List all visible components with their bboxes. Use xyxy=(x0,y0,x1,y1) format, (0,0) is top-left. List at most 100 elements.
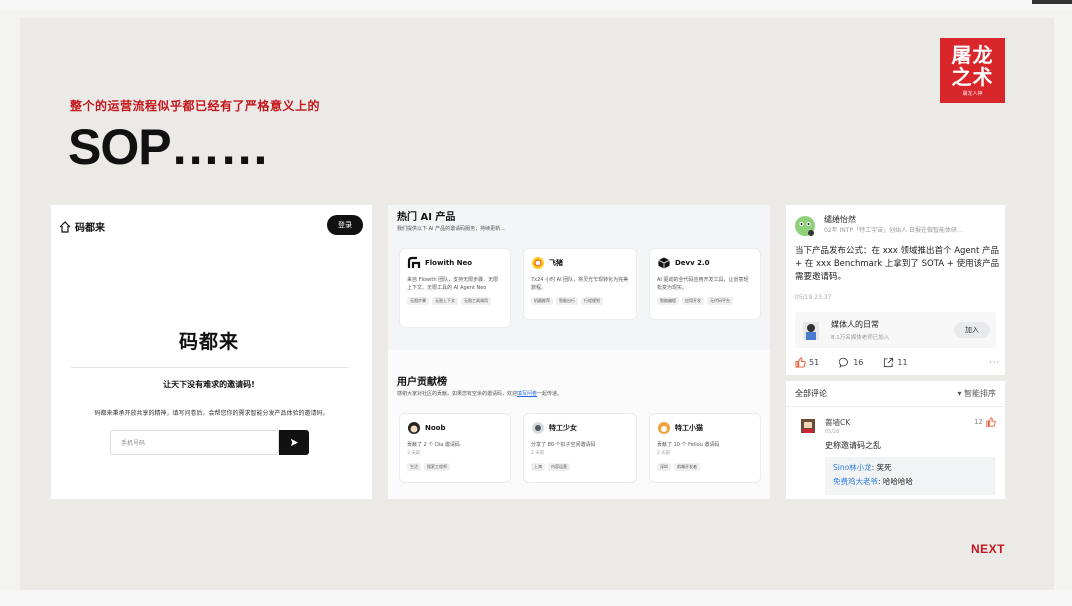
reply-text: : 笑死 xyxy=(871,463,892,472)
product-tag: 智能出行 xyxy=(556,297,578,305)
madulai-brand[interactable]: 码都来 xyxy=(59,219,105,234)
slide-headline: SOP…… xyxy=(68,119,270,175)
slide: 整个的运营流程似乎都已经有了严格意义上的 SOP…… 屠龙 之术 屠龙人神 码都… xyxy=(0,0,1072,606)
flowith-logo-icon xyxy=(407,256,421,270)
survey-link[interactable]: 填写问卷 xyxy=(517,391,537,397)
divider xyxy=(786,406,1005,407)
fliggy-logo-icon xyxy=(531,256,545,270)
product-desc: 来自 Flowith 团队，支持无限步骤、无限上下文、无限工具的 AI Agen… xyxy=(407,277,499,291)
avatar xyxy=(531,421,545,435)
sort-dropdown[interactable]: ▾ 智能排序 xyxy=(957,388,996,399)
corner-tab xyxy=(1032,0,1072,4)
screenshot-madulai: 码都来 登录 码都来 让天下没有难求的邀请码! 码都来秉承开放共享的精神，填写问… xyxy=(51,205,372,499)
product-card[interactable]: 飞猪 7x24 小时 AI 团队，将灵光乍现转化为完美旅程。 机器推荐 智能出行… xyxy=(524,249,636,319)
madulai-title: 码都来 xyxy=(178,331,239,353)
comments-header: 全部评论 xyxy=(795,389,827,398)
contributor-name: Noob xyxy=(425,424,446,432)
contributor-name: 特工小猫 xyxy=(675,424,703,432)
product-name: 飞猪 xyxy=(549,259,563,267)
product-desc: AI 驱动的全代码应用开发工具，让创意轻松变为现实。 xyxy=(657,277,749,291)
contributor-desc: 分享了 80 个扣子空间邀请码 xyxy=(531,442,596,448)
product-tag: 行程规划 xyxy=(581,297,603,305)
product-tag: 无限上下文 xyxy=(432,297,458,305)
comment-count: 16 xyxy=(853,358,864,367)
avatar[interactable] xyxy=(800,418,816,434)
circle-card[interactable]: 媒体人的日常 8.1万名媒体老师已加入 加入 xyxy=(795,312,996,348)
avatar[interactable] xyxy=(794,215,816,237)
product-tag: 无限工具调用 xyxy=(461,297,491,305)
submit-button[interactable] xyxy=(279,430,309,455)
contributor-time: 3 天前 xyxy=(407,451,421,456)
comment-like-count: 12 xyxy=(974,418,983,426)
contributor-time: 2 天前 xyxy=(657,451,671,456)
post-text: 当下产品发布公式：在 xxx 领域推出首个 Agent 产品 + 在 xxx B… xyxy=(795,246,1000,282)
house-icon xyxy=(59,220,71,233)
product-name: Devv 2.0 xyxy=(675,259,710,267)
share-count: 11 xyxy=(897,358,908,367)
phone-input[interactable]: 手机号码 xyxy=(110,430,279,455)
screenshot-comments: 全部评论 ▾ 智能排序 蔷墙CK 05/20 12 史称邀请码之乱 Sino林小… xyxy=(786,381,1005,499)
contributor-tag: 上海 xyxy=(531,463,545,471)
product-tag: 智能编程 xyxy=(657,297,679,305)
reply-item: 免费鸡大老爷: 哈哈哈哈 xyxy=(833,475,987,489)
brand-logo: 屠龙 之术 屠龙人神 xyxy=(940,38,1005,103)
contributor-card[interactable]: Noob 贡献了 2 个 Dia 邀请码 3 天前 生活 搜索工程师 xyxy=(400,414,510,482)
contributor-desc: 贡献了 2 个 Dia 邀请码 xyxy=(407,442,460,448)
comment-button[interactable]: 16 xyxy=(839,357,863,368)
madulai-subtitle: 让天下没有难求的邀请码! xyxy=(163,380,255,389)
screenshot-social-post: 缱绻怡然 02年 INTP「特工宇宙」创始人 日报在做智能体研… 当下产品发布公… xyxy=(786,205,1005,375)
contributor-tag: 内容运营 xyxy=(548,463,570,471)
contributor-tag: 深圳 xyxy=(657,463,671,471)
contributors-title: 用户贡献榜 xyxy=(397,377,447,388)
bottom-strip xyxy=(0,590,1072,606)
product-tag: 应用开发 xyxy=(682,297,704,305)
hot-products-title: 热门 AI 产品 xyxy=(397,212,456,223)
join-button[interactable]: 加入 xyxy=(954,322,990,338)
contributors-sub-prefix: 感谢大家对社区的贡献。如果您有空余的邀请码，欢迎 xyxy=(397,391,518,397)
commenter-name[interactable]: 蔷墙CK xyxy=(825,417,850,428)
like-button[interactable]: 51 xyxy=(795,357,819,368)
hot-products-subtitle: 我们提供以下 AI 产品的邀请码服务，持续更新... xyxy=(397,226,505,232)
brand-name: 码都来 xyxy=(75,223,105,234)
reply-item: Sino林小龙: 笑死 xyxy=(833,461,987,475)
more-button[interactable]: ··· xyxy=(989,358,1000,367)
product-card[interactable]: Devv 2.0 AI 驱动的全代码应用开发工具，让创意轻松变为现实。 智能编程… xyxy=(650,249,760,319)
product-name: Flowith Neo xyxy=(425,259,473,267)
contributor-desc: 贡献了 10 个 Fellou 邀请码 xyxy=(657,442,720,448)
comment-date: 05/20 xyxy=(825,429,840,435)
comment-like-button[interactable]: 12 xyxy=(974,417,996,427)
cube-icon xyxy=(657,256,671,270)
avatar xyxy=(657,421,671,435)
contributor-card[interactable]: 特工小猫 贡献了 10 个 Fellou 邀请码 2 天前 深圳 前端开发者 xyxy=(650,414,760,482)
contributor-tag: 搜索工程师 xyxy=(424,463,450,471)
reply-author[interactable]: Sino林小龙 xyxy=(833,463,872,472)
send-icon xyxy=(290,438,298,447)
contributor-name: 特工少女 xyxy=(549,424,577,432)
post-actions: 51 16 11 ··· xyxy=(795,357,1000,368)
comment-text: 史称邀请码之乱 xyxy=(825,441,881,450)
next-button[interactable]: NEXT xyxy=(971,542,1005,556)
madulai-description: 码都来秉承开放共享的精神，填写问卷后，会帮您你的需求智能分发产品体验的邀请码。 xyxy=(94,410,329,417)
circle-name: 媒体人的日常 xyxy=(831,320,879,329)
user-name[interactable]: 缱绻怡然 xyxy=(824,214,856,225)
contributor-card[interactable]: 特工少女 分享了 80 个扣子空间邀请码 2 天前 上海 内容运营 xyxy=(524,414,636,482)
product-desc: 7x24 小时 AI 团队，将灵光乍现转化为完美旅程。 xyxy=(531,277,629,291)
contributors-subtitle: 感谢大家对社区的贡献。如果您有空余的邀请码，欢迎填写问卷一起传递。 xyxy=(397,390,562,397)
comment-icon xyxy=(839,357,849,368)
product-tag: 无限步骤 xyxy=(407,297,429,305)
contributors-sub-suffix: 一起传递。 xyxy=(537,391,563,397)
reply-text: : 哈哈哈哈 xyxy=(878,477,913,486)
top-strip xyxy=(0,0,1072,10)
logo-line-1: 屠龙 xyxy=(951,43,994,67)
product-card[interactable]: Flowith Neo 来自 Flowith 团队，支持无限步骤、无限上下文、无… xyxy=(400,249,510,327)
login-button[interactable]: 登录 xyxy=(327,215,363,235)
slide-kicker: 整个的运营流程似乎都已经有了严格意义上的 xyxy=(70,99,321,113)
logo-tagline: 屠龙人神 xyxy=(962,91,983,97)
reply-author[interactable]: 免费鸡大老爷 xyxy=(833,477,878,486)
contributor-time: 2 天前 xyxy=(531,451,545,456)
circle-members: 8.1万名媒体老师已加入 xyxy=(831,335,890,341)
share-button[interactable]: 11 xyxy=(883,357,908,368)
logo-line-2: 之术 xyxy=(951,65,994,89)
like-count: 51 xyxy=(809,358,820,367)
user-meta: 02年 INTP「特工宇宙」创始人 日报在做智能体研… xyxy=(824,227,963,234)
